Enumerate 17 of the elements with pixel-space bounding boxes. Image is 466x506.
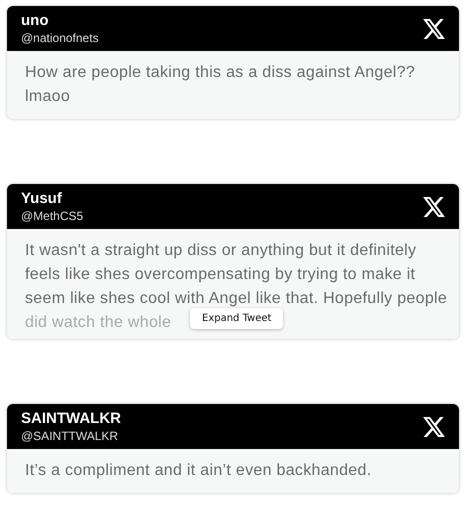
tweet-text-line: did watch the whole [25,313,172,333]
author-name: Yusuf [21,190,63,208]
author-handle: @SAINTTWALKR [21,428,120,444]
tweet-text-line: seem like shes cool with Angel like that. Hopefully people [25,289,448,309]
author-handle: @MethCS5 [21,208,84,224]
tweet-text-line: feels like shes overcompensating by trying to make it [25,265,416,285]
author-handle: @nationofnets [21,30,99,46]
tweet-text-line: lmaoo [25,87,70,107]
expand-tweet-button[interactable]: Expand Tweet [190,308,284,329]
author-name: SAINTWALKR [21,410,121,428]
x-logo-icon [423,416,445,436]
tweet-text-line: How are people taking this as a diss against Angel?? [25,63,416,83]
x-logo-icon [423,196,445,216]
tweet-text-line: It’s a compliment and it ain’t even backhanded. [25,461,372,481]
tweet-text-line: It wasn't a straight up diss or anything but it definitely [25,241,416,261]
x-logo-icon [423,18,445,38]
author-name: uno [21,12,50,30]
